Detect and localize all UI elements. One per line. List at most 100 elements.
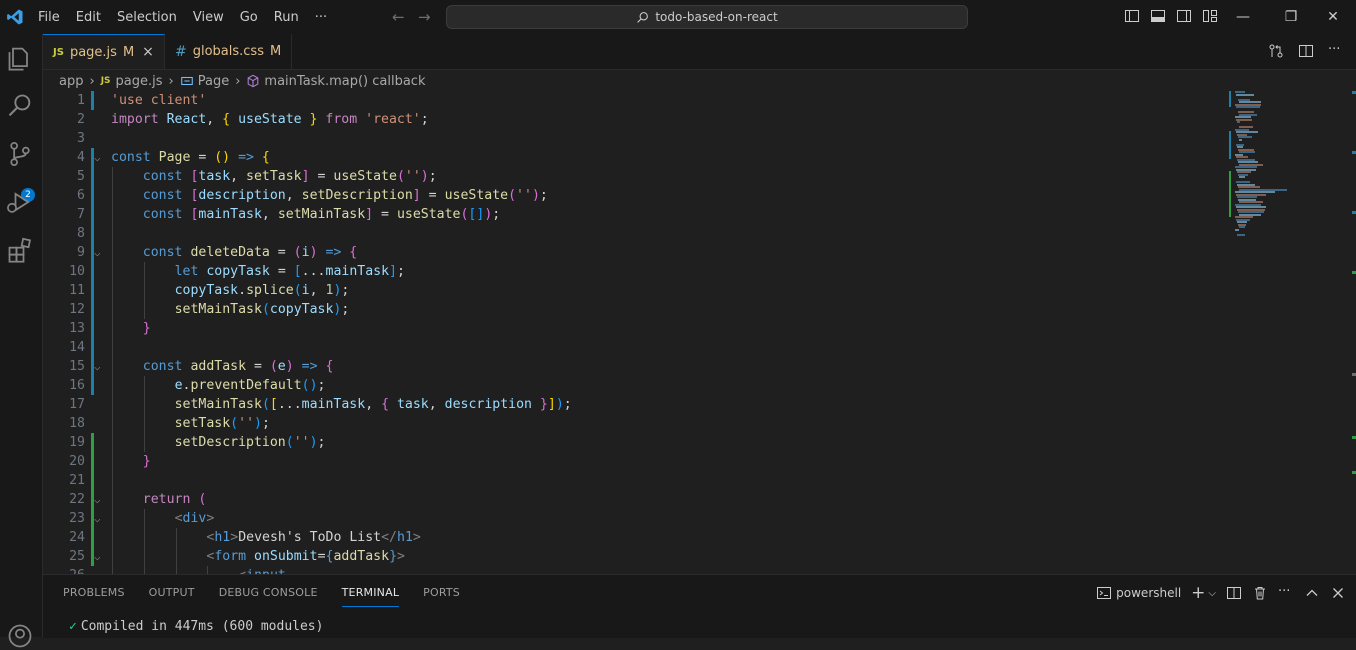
code-line[interactable]: 23 ⌵ <div> [43,509,1223,528]
menu-edit[interactable]: Edit [76,10,101,25]
code-line[interactable]: 18 setTask(''); [43,414,1223,433]
open-changes-icon[interactable] [1268,43,1284,59]
toggle-secondary-sidebar-icon[interactable] [1176,8,1192,24]
code-line[interactable]: 16 e.preventDefault(); [43,376,1223,395]
breadcrumb-file[interactable]: page.js [116,74,163,89]
search-view-icon[interactable] [6,92,34,120]
toggle-panel-icon[interactable] [1150,8,1166,24]
terminal-shell-selector[interactable]: powershell [1096,585,1181,601]
code-line[interactable]: 13} [43,319,1223,338]
code-line[interactable]: 6 const [description, setDescription] = u… [43,186,1223,205]
code-line[interactable]: 14 [43,338,1223,357]
breadcrumb-symbol-page[interactable]: Page [198,74,229,89]
menu-file[interactable]: File [38,10,60,25]
forward-arrow-icon[interactable]: → [418,8,431,26]
fold-chevron-icon[interactable]: ⌵ [94,148,101,167]
code-line[interactable]: 7 const [mainTask, setMainTask] = useStat… [43,205,1223,224]
code-line[interactable]: 1 'use client' [43,91,1223,110]
extensions-icon[interactable] [6,236,34,264]
close-icon[interactable]: × [142,44,154,60]
tab-problems[interactable]: PROBLEMS [63,575,125,611]
code-token: ] [547,397,556,412]
code-token: ; [261,416,270,431]
chevron-down-icon[interactable]: ⌵ [1208,588,1216,599]
tab-page-js[interactable]: JS page.js M × [43,34,165,69]
code-line[interactable]: 11 copyTask.splice(i, 1); [43,281,1223,300]
tab-terminal[interactable]: TERMINAL [341,575,400,611]
code-line[interactable]: 2 import React, { useState } from 'react'… [43,110,1223,129]
git-change-marker[interactable] [91,357,94,395]
menu-more[interactable]: ··· [315,10,327,25]
code-line[interactable]: 21 [43,471,1223,490]
toggle-primary-sidebar-icon[interactable] [1124,8,1140,24]
code-token: const [111,150,159,165]
tab-output[interactable]: OUTPUT [149,575,195,611]
tab-globals-css[interactable]: # globals.css M [165,34,293,69]
fold-chevron-icon[interactable]: ⌵ [94,243,101,262]
git-change-marker[interactable] [91,148,94,357]
close-window-icon[interactable]: ✕ [1310,0,1356,34]
menu-go[interactable]: Go [240,10,258,25]
scrollbar-marker [1352,151,1356,154]
breadcrumb-folder[interactable]: app [59,74,83,89]
fold-chevron-icon[interactable]: ⌵ [94,357,101,376]
code-line[interactable]: 4 ⌵ const Page = () => { [43,148,1223,167]
git-change-marker[interactable] [91,91,94,110]
tab-ports[interactable]: PORTS [423,575,460,611]
code-line[interactable]: 12 setMainTask(copyTask); [43,300,1223,319]
git-change-marker[interactable] [91,433,94,566]
restore-icon[interactable]: ❐ [1268,0,1314,34]
explorer-icon[interactable] [6,44,34,72]
code-line[interactable]: 17 setMainTask([...mainTask, { task, desc… [43,395,1223,414]
line-number: 16 [69,378,85,393]
menu-selection[interactable]: Selection [117,10,177,25]
split-terminal-icon[interactable] [1226,585,1242,601]
command-center[interactable]: todo-based-on-react [446,5,968,29]
indent-guide [143,414,145,433]
code-line[interactable]: 8 [43,224,1223,243]
more-actions-icon[interactable]: ··· [1328,43,1344,59]
close-panel-icon[interactable] [1330,585,1346,601]
fold-chevron-icon[interactable]: ⌵ [94,490,101,509]
menu-run[interactable]: Run [274,10,299,25]
run-debug-icon[interactable] [5,188,33,216]
accounts-icon[interactable] [6,622,34,650]
code-token: e [174,378,183,393]
chevron-right-icon: › [89,73,95,89]
customize-layout-icon[interactable] [1202,8,1218,24]
trash-icon[interactable] [1252,585,1268,601]
maximize-panel-icon[interactable] [1304,585,1320,601]
indent-guide [207,566,209,574]
minimize-icon[interactable]: — [1220,0,1266,34]
code-line[interactable]: 20} [43,452,1223,471]
code-line[interactable]: 26 <input [43,566,1223,574]
fold-chevron-icon[interactable]: ⌵ [94,509,101,528]
minimap[interactable] [1229,91,1339,241]
code-line[interactable]: 19 setDescription(''); [43,433,1223,452]
code-line[interactable]: 5 const [task, setTask] = useState(''); [43,167,1223,186]
tab-debug-console[interactable]: DEBUG CONSOLE [219,575,318,611]
back-arrow-icon[interactable]: ← [392,8,405,26]
code-token: ( [508,188,517,203]
indent-guide [143,509,145,528]
code-editor[interactable]: 1 'use client' 2 import React, { useState }… [43,91,1356,574]
code-token: ( [261,397,270,412]
code-line[interactable]: 9 ⌵ const deleteData = (i) => { [43,243,1223,262]
terminal-icon [1097,587,1112,599]
breadcrumb-symbol-callback[interactable]: mainTask.map() callback [264,74,425,89]
indent-guide [112,224,113,243]
split-editor-icon[interactable] [1298,43,1314,59]
more-actions-icon[interactable]: ··· [1278,585,1294,601]
code-text: <div> [175,509,215,528]
code-line[interactable]: 22 ⌵ return ( [43,490,1223,509]
vertical-scrollbar[interactable] [1342,91,1356,574]
code-line[interactable]: 15 ⌵ const addTask = (e) => { [43,357,1223,376]
source-control-icon[interactable] [6,140,34,168]
code-line[interactable]: 3 [43,129,1223,148]
code-line[interactable]: 25 ⌵ <form onSubmit={addTask}> [43,547,1223,566]
new-terminal-icon[interactable]: + [1191,583,1205,603]
code-line[interactable]: 10 let copyTask = [...mainTask]; [43,262,1223,281]
menu-view[interactable]: View [193,10,224,25]
code-line[interactable]: 24 <h1>Devesh's ToDo List</h1> [43,528,1223,547]
fold-chevron-icon[interactable]: ⌵ [94,547,101,566]
